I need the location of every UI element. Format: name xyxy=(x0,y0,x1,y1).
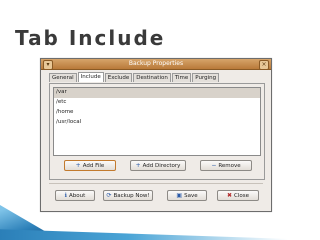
tab-exclude[interactable]: Exclude xyxy=(104,73,133,82)
save-icon: ▣ xyxy=(176,192,183,199)
save-button[interactable]: ▣ Save xyxy=(167,190,207,201)
slide-title: Tab Include xyxy=(15,26,166,50)
tab-include[interactable]: Include xyxy=(77,72,104,82)
add-file-button[interactable]: + Add File xyxy=(64,160,116,171)
window-title: Backup Properties xyxy=(128,60,184,67)
save-label: Save xyxy=(184,193,198,199)
list-item[interactable]: /usr/local xyxy=(54,118,260,128)
window-close-icon[interactable]: × xyxy=(259,60,269,70)
remove-label: Remove xyxy=(218,163,241,169)
divider xyxy=(49,183,263,184)
remove-icon: − xyxy=(211,162,217,169)
tab-general[interactable]: General xyxy=(49,73,77,82)
close-icon: ✖ xyxy=(226,192,233,199)
include-list[interactable]: /var /etc /home /usr/local xyxy=(53,87,261,156)
remove-button[interactable]: − Remove xyxy=(200,160,252,171)
close-button[interactable]: ✖ Close xyxy=(217,190,259,201)
window-titlebar: ▾ Backup Properties × xyxy=(41,59,271,70)
info-icon: ℹ xyxy=(64,192,67,199)
tab-destination[interactable]: Destination xyxy=(133,73,171,82)
list-item[interactable]: /var xyxy=(54,88,260,98)
add-icon: + xyxy=(75,162,81,169)
backup-properties-window: ▾ Backup Properties × General Include Ex… xyxy=(40,58,272,212)
tab-time[interactable]: Time xyxy=(171,73,192,82)
add-directory-label: Add Directory xyxy=(142,163,181,169)
list-item[interactable]: /home xyxy=(54,108,260,118)
list-item[interactable]: /etc xyxy=(54,98,260,108)
add-file-label: Add File xyxy=(82,163,105,169)
tab-bar: General Include Exclude Destination Time… xyxy=(49,72,220,83)
include-panel: /var /etc /home /usr/local + Add File + Ad… xyxy=(49,83,265,180)
add-icon: + xyxy=(135,162,141,169)
close-label: Close xyxy=(234,193,249,199)
backup-now-button[interactable]: ⟳ Backup Now! xyxy=(103,190,153,201)
add-directory-button[interactable]: + Add Directory xyxy=(130,160,186,171)
about-button[interactable]: ℹ About xyxy=(55,190,95,201)
backup-icon: ⟳ xyxy=(106,192,112,199)
about-label: About xyxy=(69,193,86,199)
slide-decoration-swoosh xyxy=(0,229,320,240)
backup-now-label: Backup Now! xyxy=(113,193,150,199)
tab-purging[interactable]: Purging xyxy=(192,73,220,82)
